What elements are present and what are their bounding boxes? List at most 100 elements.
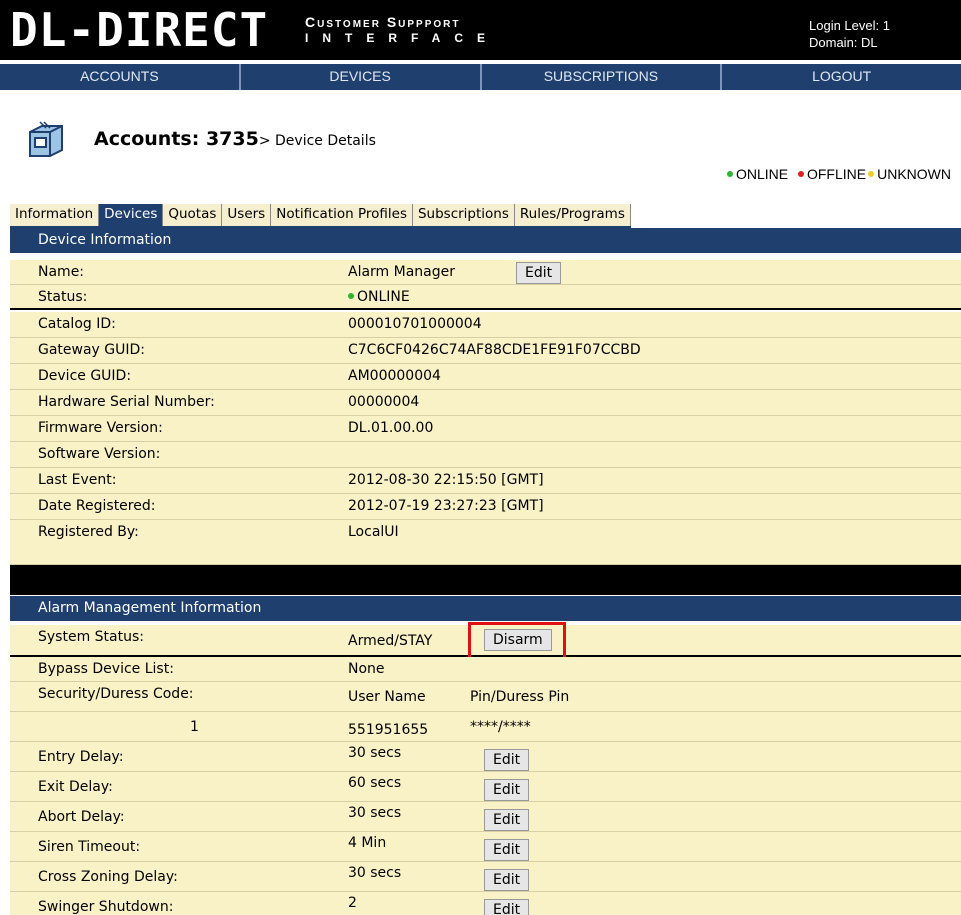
app-subtitle: Customer Suppport INTERFACE [305,14,499,46]
device-info-row: Software Version: [10,442,961,468]
device-info-row: Gateway GUID: C7C6CF0426C74AF88CDE1FE91F0… [10,338,961,364]
col-user-name: User Name [348,689,426,705]
delay-row: Swinger Shutdown: 2 Edit [10,892,961,915]
row-label: Firmware Version: [38,420,163,436]
main-nav: ACCOUNTS DEVICES SUBSCRIPTIONS LOGOUT [0,64,961,90]
row-label: Last Event: [38,472,117,488]
delay-label: Abort Delay: [38,809,125,825]
tab-subscriptions[interactable]: Subscriptions [412,204,515,226]
device-info-row: Device GUID: AM00000004 [10,364,961,390]
delay-row: Exit Delay: 60 secs Edit [10,772,961,802]
security-code-row: Security/Duress Code: User Name Pin/Dure… [10,682,961,712]
offline-dot-icon [797,171,804,177]
spacer-row [10,545,961,565]
edit-delay-button[interactable]: Edit [484,869,530,891]
page-title-main: Accounts: 3735 [94,128,259,150]
edit-delay-button[interactable]: Edit [484,899,530,915]
security-code-label: Security/Duress Code: [38,686,194,702]
device-info-heading: Device Information [10,228,961,253]
unknown-dot-icon [868,171,875,177]
delay-label: Swinger Shutdown: [38,899,174,915]
edit-delay-button[interactable]: Edit [484,779,530,801]
row-label: Device GUID: [38,368,132,384]
edit-delay-button[interactable]: Edit [484,749,530,771]
bypass-label: Bypass Device List: [38,661,174,677]
status-label: Status: [38,289,88,305]
breadcrumb: > Device Details [258,133,376,149]
online-dot-icon [726,171,733,177]
tab-rules-programs[interactable]: Rules/Programs [514,204,631,226]
device-icon [29,121,63,157]
domain-label: Domain: DL [809,35,878,50]
login-level: Login Level: 1 [809,18,890,33]
edit-name-button[interactable]: Edit [516,262,562,284]
tab-quotas[interactable]: Quotas [163,204,223,226]
device-info-row: Last Event: 2012-08-30 22:15:50 [GMT] [10,468,961,494]
tab-bar: Information Devices Quotas Users Notific… [10,204,631,228]
delay-label: Entry Delay: [38,749,124,765]
disarm-highlight-box [468,622,566,662]
status-text: ONLINE [357,289,410,305]
name-label: Name: [38,264,85,280]
code-index: 1 [190,719,199,735]
code-pin: ****/**** [470,719,531,735]
delay-value: 30 secs [348,745,402,761]
delay-row: Siren Timeout: 4 Min Edit [10,832,961,862]
edit-delay-button[interactable]: Edit [484,809,530,831]
name-value: Alarm Manager [348,264,456,280]
delay-value: 60 secs [348,775,402,791]
legend-offline: OFFLINE [806,166,867,182]
system-status-label: System Status: [38,629,144,645]
nav-subscriptions[interactable]: SUBSCRIPTIONS [482,64,723,90]
delay-value: 2 [348,895,357,911]
row-label: Registered By: [38,524,139,540]
row-value: LocalUI [348,524,399,540]
device-info-row: Firmware Version: DL.01.00.00 [10,416,961,442]
name-row: Name: Alarm Manager Edit [10,260,961,285]
tab-information[interactable]: Information [10,204,100,226]
device-info-row: Catalog ID: 000010701000004 [10,312,961,338]
legend-online: ONLINE [735,166,789,182]
section-divider [10,565,961,595]
edit-delay-button[interactable]: Edit [484,839,530,861]
row-label: Software Version: [38,446,161,462]
online-dot-icon [348,293,354,299]
bypass-row: Bypass Device List: None [10,657,961,682]
row-value: 2012-07-19 23:27:23 [GMT] [348,498,544,514]
nav-accounts[interactable]: ACCOUNTS [0,64,241,90]
col-pin: Pin/Duress Pin [470,689,570,705]
alarm-info-heading: Alarm Management Information [10,596,961,621]
row-value: 000010701000004 [348,316,482,332]
app-subtitle-line2: INTERFACE [305,31,500,45]
row-label: Catalog ID: [38,316,116,332]
delay-row: Entry Delay: 30 secs Edit [10,742,961,772]
row-value: 2012-08-30 22:15:50 [GMT] [348,472,544,488]
device-info-row: Date Registered: 2012-07-19 23:27:23 [GMT… [10,494,961,520]
delay-label: Siren Timeout: [38,839,141,855]
tab-notification-profiles[interactable]: Notification Profiles [271,204,413,226]
device-info-row: Hardware Serial Number: 00000004 [10,390,961,416]
row-value: 00000004 [348,394,420,410]
status-row: Status: ONLINE [10,285,961,310]
status-value: ONLINE [348,289,410,305]
row-value: AM00000004 [348,368,441,384]
delay-value: 30 secs [348,805,402,821]
app-logo: DL-DIRECT [10,3,269,57]
delay-value: 4 Min [348,835,387,851]
delay-label: Exit Delay: [38,779,113,795]
row-value: C7C6CF0426C74AF88CDE1FE91F07CCBD [348,342,641,358]
nav-logout[interactable]: LOGOUT [722,64,961,90]
code-user: 551951655 [348,722,429,738]
bypass-value: None [348,661,385,677]
app-subtitle-line1: Customer Suppport [305,14,461,30]
row-label: Hardware Serial Number: [38,394,215,410]
row-label: Date Registered: [38,498,156,514]
nav-devices[interactable]: DEVICES [241,64,482,90]
code-entry-row: 1 551951655 ****/**** [10,712,961,742]
page-title: Accounts: 3735> Device Details [94,128,376,150]
tab-devices[interactable]: Devices [99,204,164,226]
legend-unknown: UNKNOWN [877,166,951,182]
tab-users[interactable]: Users [222,204,272,226]
row-value: DL.01.00.00 [348,420,434,436]
delay-row: Abort Delay: 30 secs Edit [10,802,961,832]
